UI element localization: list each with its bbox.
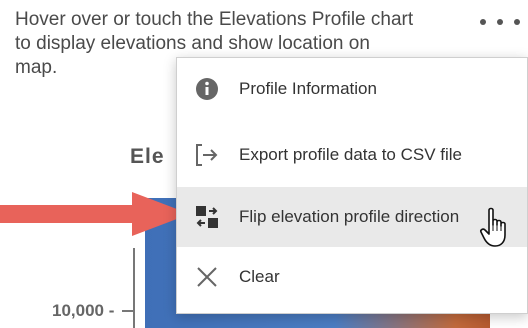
more-dot — [480, 19, 486, 25]
menu-item-flip-direction[interactable]: Flip elevation profile direction — [177, 187, 527, 247]
hand-cursor-icon — [480, 207, 506, 247]
y-axis-line — [133, 248, 135, 328]
y-axis-tick — [122, 310, 134, 312]
info-circle-icon — [191, 73, 223, 105]
options-menu: Profile Information Export profile data … — [176, 57, 528, 314]
more-options-icon[interactable] — [480, 12, 520, 32]
close-icon — [191, 261, 223, 293]
menu-item-profile-information[interactable]: Profile Information — [177, 59, 527, 119]
chart-title: Ele — [130, 145, 165, 168]
more-dot — [497, 19, 503, 25]
menu-item-clear[interactable]: Clear — [177, 247, 527, 307]
instructions-line-1: Hover over or touch the Elevations Profi… — [15, 9, 414, 30]
menu-item-export-csv[interactable]: Export profile data to CSV file — [177, 125, 527, 185]
export-icon — [191, 139, 223, 171]
more-dot — [514, 19, 520, 25]
menu-item-label: Profile Information — [239, 79, 377, 98]
menu-item-label: Export profile data to CSV file — [239, 145, 463, 164]
red-arrow-annotation — [0, 192, 190, 236]
menu-item-label: Flip elevation profile direction — [239, 207, 460, 226]
menu-item-label: Clear — [239, 267, 280, 286]
instructions-line-2: to display elevations and show location … — [15, 33, 370, 54]
y-axis-tick-label: 10,000 - — [52, 301, 115, 320]
flip-icon — [191, 201, 223, 233]
